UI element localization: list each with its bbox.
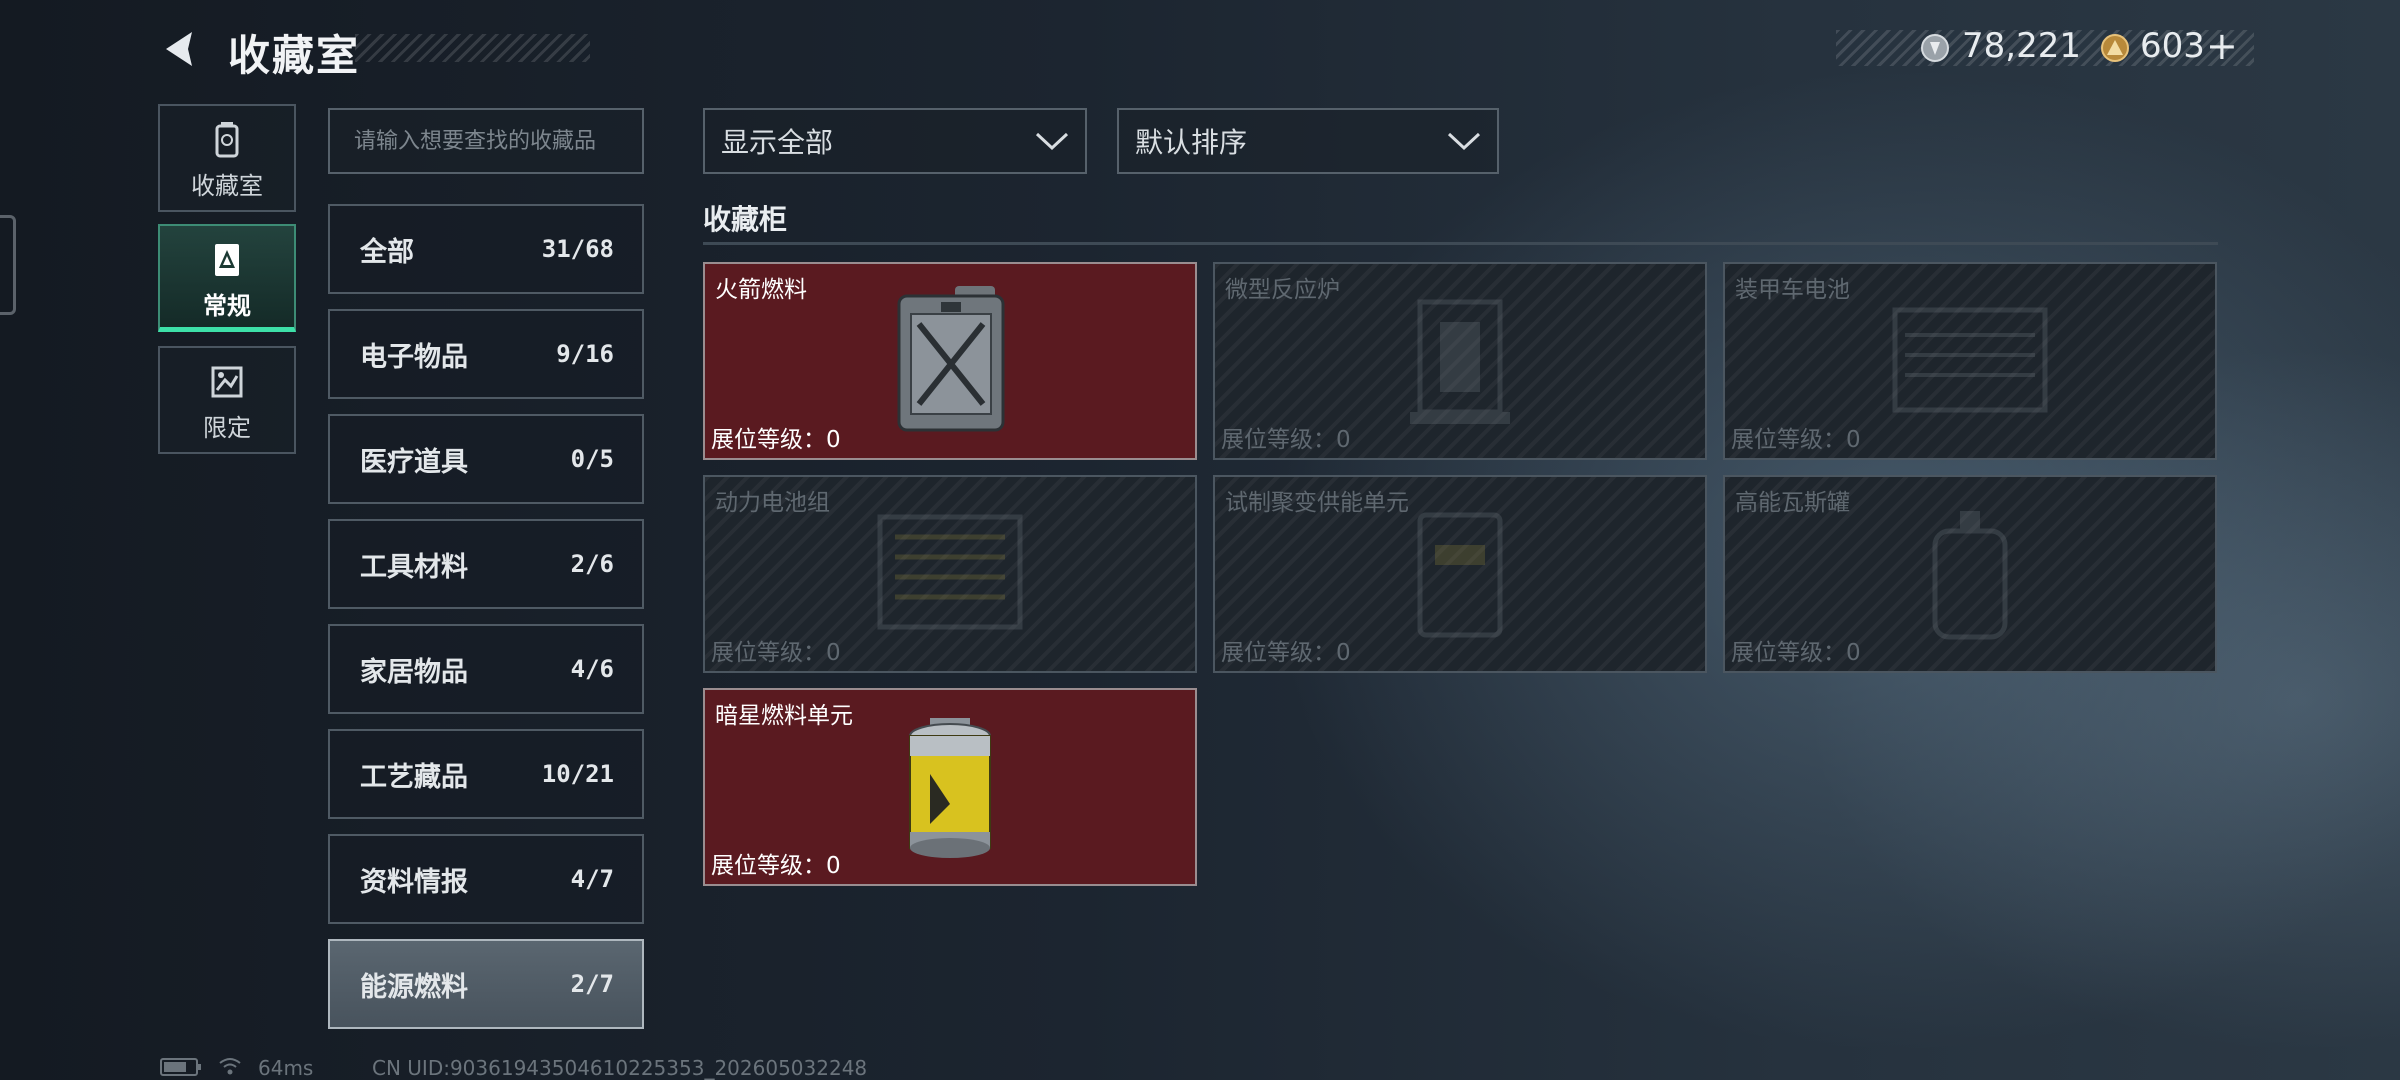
item-name: 火箭燃料	[715, 277, 807, 303]
gold-coin-icon	[2101, 34, 2129, 62]
item-card-power-battery-pack[interactable]: 动力电池组 展位等级：0	[703, 475, 1197, 673]
category-name: 家居物品	[360, 656, 468, 688]
tab-limited[interactable]: 限定	[158, 346, 296, 454]
item-card-rocket-fuel[interactable]: 火箭燃料 展位等级：0	[703, 262, 1197, 460]
chevron-down-icon	[1035, 132, 1069, 151]
item-name: 动力电池组	[715, 490, 830, 516]
item-level: 展位等级：0	[1221, 640, 1351, 666]
item-card-micro-reactor[interactable]: 微型反应炉 展位等级：0	[1213, 262, 1707, 460]
category-household[interactable]: 家居物品 4/6	[328, 624, 644, 714]
dropdown-value: 默认排序	[1135, 126, 1248, 159]
section-title: 收藏柜	[703, 203, 788, 236]
category-count: 2/7	[570, 970, 614, 998]
item-name: 试制聚变供能单元	[1225, 490, 1409, 516]
battery-pack-icon	[877, 514, 1023, 630]
gas-tank-icon	[1932, 511, 2008, 640]
currency-gold-amount: 603	[2140, 26, 2205, 66]
category-count: 9/16	[556, 340, 614, 368]
search-input[interactable]	[328, 108, 644, 174]
battery-icon	[1892, 307, 2048, 413]
category-all[interactable]: 全部 31/68	[328, 204, 644, 294]
dropdown-value: 显示全部	[721, 126, 834, 159]
item-name: 暗星燃料单元	[715, 703, 853, 729]
category-count: 2/6	[570, 550, 614, 578]
chevron-down-icon	[1447, 132, 1481, 151]
category-count: 31/68	[541, 235, 614, 263]
page-title: 收藏室	[228, 31, 361, 80]
item-name: 装甲车电池	[1735, 277, 1850, 303]
fuel-cell-icon	[909, 718, 991, 858]
item-level: 展位等级：0	[1731, 640, 1861, 666]
reactor-icon	[1410, 299, 1510, 424]
tab-label: 常规	[203, 292, 251, 320]
uid-text: CN UID:9036194350461022535​3_20260503224…	[372, 1056, 868, 1080]
category-crafts[interactable]: 工艺藏品 10/21	[328, 729, 644, 819]
category-electronics[interactable]: 电子物品 9/16	[328, 309, 644, 399]
item-name: 微型反应炉	[1225, 277, 1340, 303]
fuel-canister-icon	[897, 286, 1005, 432]
category-tools[interactable]: 工具材料 2/6	[328, 519, 644, 609]
category-name: 能源燃料	[360, 971, 468, 1003]
category-name: 电子物品	[360, 341, 468, 373]
section-divider	[703, 242, 2218, 245]
title-decoration	[355, 34, 590, 62]
fusion-unit-icon	[1417, 512, 1503, 638]
tab-collection-room[interactable]: 收藏室	[158, 104, 296, 212]
tab-label: 收藏室	[191, 172, 263, 200]
collection-card-icon	[215, 244, 239, 276]
item-level: 展位等级：0	[711, 427, 841, 453]
edge-handle	[0, 215, 16, 315]
item-level: 展位等级：0	[1221, 427, 1351, 453]
item-card-armored-vehicle-battery[interactable]: 装甲车电池 展位等级：0	[1723, 262, 2217, 460]
item-level: 展位等级：0	[1731, 427, 1861, 453]
category-energy-fuel[interactable]: 能源燃料 2/7	[328, 939, 644, 1029]
item-card-high-energy-gas-tank[interactable]: 高能瓦斯罐 展位等级：0	[1723, 475, 2217, 673]
category-count: 0/5	[570, 445, 614, 473]
category-name: 工具材料	[360, 551, 468, 583]
add-currency-button[interactable]: +	[2206, 24, 2238, 68]
category-intel[interactable]: 资料情报 4/7	[328, 834, 644, 924]
tab-regular[interactable]: 常规	[158, 224, 296, 332]
silver-coin-icon	[1921, 34, 1949, 62]
back-arrow-icon[interactable]	[158, 28, 200, 70]
item-card-dark-star-fuel-unit[interactable]: 暗星燃料单元 展位等级：0	[703, 688, 1197, 886]
ping-text: 64ms	[258, 1056, 314, 1080]
item-level: 展位等级：0	[711, 853, 841, 879]
category-name: 全部	[360, 236, 414, 268]
battery-status-icon	[160, 1058, 201, 1076]
item-card-fusion-power-unit[interactable]: 试制聚变供能单元 展位等级：0	[1213, 475, 1707, 673]
currency-silver-amount: 78,221	[1962, 26, 2081, 66]
category-name: 医疗道具	[360, 446, 468, 478]
category-count: 10/21	[541, 760, 614, 788]
category-medical[interactable]: 医疗道具 0/5	[328, 414, 644, 504]
show-filter-dropdown[interactable]: 显示全部	[703, 108, 1087, 174]
item-level: 展位等级：0	[711, 640, 841, 666]
category-name: 资料情报	[360, 866, 468, 898]
category-count: 4/6	[570, 655, 614, 683]
category-name: 工艺藏品	[360, 761, 468, 793]
sort-dropdown[interactable]: 默认排序	[1117, 108, 1499, 174]
wifi-icon	[219, 1058, 241, 1075]
trash-can-icon	[215, 122, 239, 158]
limited-map-icon	[211, 366, 243, 398]
category-count: 4/7	[570, 865, 614, 893]
tab-label: 限定	[203, 414, 251, 442]
item-name: 高能瓦斯罐	[1735, 490, 1850, 516]
